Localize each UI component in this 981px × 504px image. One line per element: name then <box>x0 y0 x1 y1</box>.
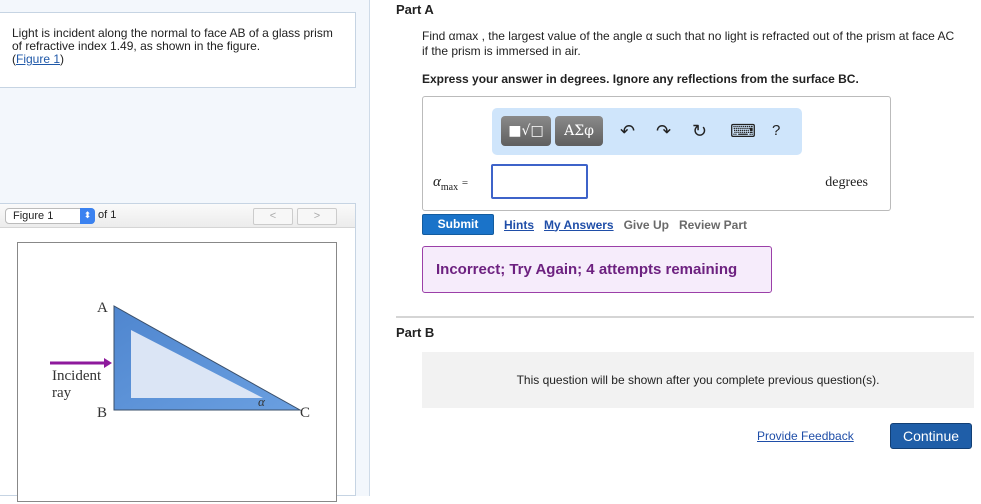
undo-icon[interactable]: ↶ <box>620 121 635 142</box>
templates-button[interactable]: ■√□ <box>501 116 551 146</box>
greek-button[interactable]: ΑΣφ <box>555 116 603 146</box>
angle-alpha: α <box>258 394 266 409</box>
figure-link[interactable]: Figure 1 <box>16 52 60 66</box>
next-figure-button[interactable]: > <box>297 208 337 225</box>
part-b-title: Part B <box>396 325 435 340</box>
arrow-head-icon <box>104 358 112 368</box>
ray-label: ray <box>52 385 72 401</box>
left-panel: Light is incident along the normal to fa… <box>0 0 370 502</box>
vertex-b: B <box>97 405 107 421</box>
provide-feedback-link[interactable]: Provide Feedback <box>757 429 854 443</box>
max-subscript: max <box>440 182 459 193</box>
figure-count: of 1 <box>98 209 117 221</box>
figure-panel: Figure 1 ⬍ of 1 < > A B C α Incident ray <box>0 203 356 502</box>
vertex-c: C <box>300 405 310 421</box>
question-text: Find αmax , the largest value of the ang… <box>422 29 955 58</box>
answer-actions: Submit Hints My Answers Give Up Review P… <box>422 214 747 235</box>
give-up-link[interactable]: Give Up <box>624 218 669 232</box>
reset-icon[interactable]: ↻ <box>692 121 707 142</box>
review-part-link[interactable]: Review Part <box>679 218 747 232</box>
my-answers-link[interactable]: My Answers <box>544 218 614 232</box>
figure-select-value: Figure 1 <box>13 210 54 222</box>
figure-select[interactable]: Figure 1 ⬍ <box>5 208 95 224</box>
feedback-message: Incorrect; Try Again; 4 attempts remaini… <box>422 246 772 293</box>
part-a-title: Part A <box>396 2 434 17</box>
vertex-a: A <box>97 300 108 316</box>
prev-figure-button[interactable]: < <box>253 208 293 225</box>
problem-text: Light is incident along the normal to fa… <box>12 26 333 53</box>
prism-figure: A B C α Incident ray <box>17 242 337 502</box>
figure-toolbar: Figure 1 ⬍ of 1 < > <box>0 204 355 228</box>
chevron-updown-icon: ⬍ <box>80 208 95 224</box>
incident-label: Incident <box>52 368 102 384</box>
instructions: Express your answer in degrees. Ignore a… <box>422 72 859 86</box>
answer-input[interactable] <box>491 164 588 199</box>
continue-button[interactable]: Continue <box>890 423 972 449</box>
prism-diagram: A B C α Incident ray <box>50 300 310 421</box>
divider <box>396 316 974 318</box>
units-label: degrees <box>825 175 868 190</box>
redo-icon[interactable]: ↷ <box>656 121 671 142</box>
answer-label: αmax = <box>433 174 468 193</box>
hints-link[interactable]: Hints <box>504 218 534 232</box>
alpha-symbol: α <box>433 174 441 190</box>
keyboard-icon[interactable]: ⌨ <box>730 121 756 142</box>
equals-sign: = <box>461 177 469 189</box>
submit-button[interactable]: Submit <box>422 214 494 235</box>
answer-box: ■√□ ΑΣφ ↶ ↷ ↻ ⌨ ? αmax = degrees <box>422 96 891 211</box>
math-toolbar: ■√□ ΑΣφ ↶ ↷ ↻ ⌨ ? <box>492 108 802 155</box>
part-b-locked-message: This question will be shown after you co… <box>422 352 974 408</box>
problem-statement: Light is incident along the normal to fa… <box>0 12 356 88</box>
help-icon[interactable]: ? <box>772 122 780 139</box>
